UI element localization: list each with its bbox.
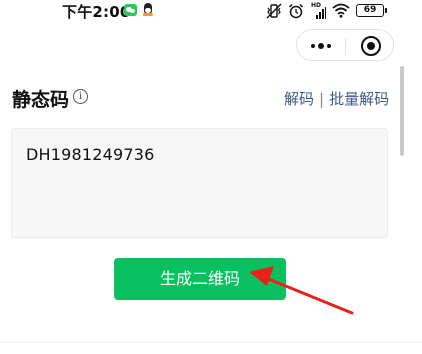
batch-decode-link[interactable]: 批量解码 [329, 90, 389, 108]
generate-qrcode-button[interactable]: 生成二维码 [114, 258, 286, 300]
battery-indicator: 69 [356, 4, 387, 17]
more-dots-icon[interactable] [309, 38, 335, 54]
link-separator: | [319, 90, 325, 108]
scrollbar[interactable] [400, 66, 404, 156]
status-bar: 下午2:00 HD 69 [0, 0, 422, 22]
alarm-icon [288, 3, 304, 19]
signal-icon [316, 7, 326, 19]
wifi-icon [332, 3, 350, 18]
capsule-divider [345, 38, 346, 54]
decode-link[interactable]: 解码 [284, 90, 314, 108]
code-input[interactable]: DH1981249736 [11, 128, 388, 238]
vibrate-icon [266, 3, 282, 19]
bottom-divider [0, 342, 422, 343]
info-icon[interactable]: i [73, 89, 88, 104]
status-time: 下午2:00 [62, 3, 131, 21]
close-target-icon[interactable] [361, 36, 381, 56]
header-links: 解码 | 批量解码 [284, 88, 389, 109]
mini-program-capsule [296, 29, 394, 61]
page-title: 静态码 [12, 89, 70, 111]
code-input-value: DH1981249736 [26, 145, 155, 164]
wechat-notification-icon [124, 4, 137, 16]
qq-notification-icon [143, 3, 153, 16]
